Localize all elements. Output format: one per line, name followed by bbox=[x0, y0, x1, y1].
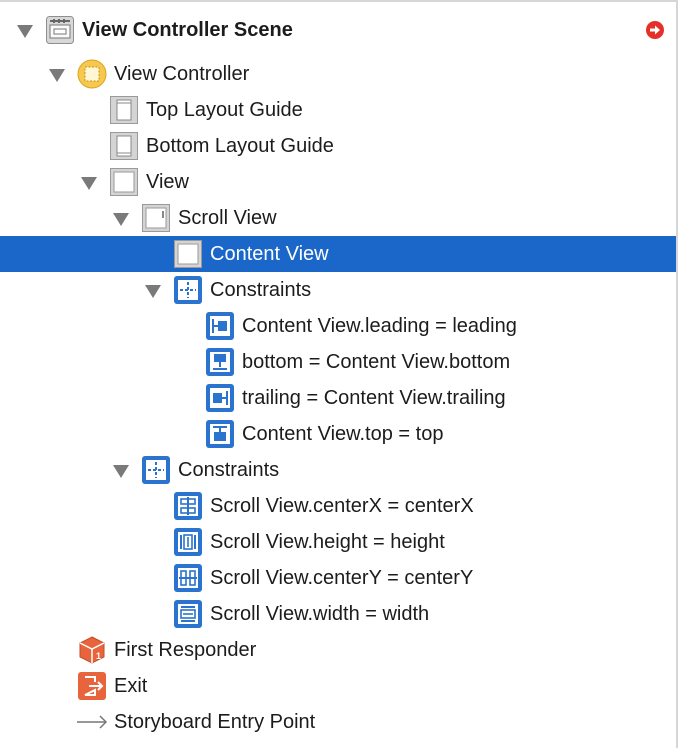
trailing-constraint-icon bbox=[205, 383, 235, 413]
outline-row-scroll-view[interactable]: Scroll View bbox=[0, 200, 676, 236]
outline-row-constraint-bottom[interactable]: bottom = Content View.bottom bbox=[0, 344, 676, 380]
outline-row-bottom-layout-guide[interactable]: Bottom Layout Guide bbox=[0, 128, 676, 164]
disclosure-triangle-icon[interactable] bbox=[113, 213, 129, 226]
outline-row-constraint-center-y[interactable]: Scroll View.centerY = centerY bbox=[0, 560, 676, 596]
disclosure-triangle-icon[interactable] bbox=[49, 69, 65, 82]
disclosure-triangle-icon[interactable] bbox=[81, 177, 97, 190]
constraint-trailing-label: trailing = Content View.trailing bbox=[242, 387, 506, 409]
outline-row-top-layout-guide[interactable]: Top Layout Guide bbox=[0, 92, 676, 128]
bottom-constraint-icon bbox=[205, 347, 235, 377]
leading-constraint-icon bbox=[205, 311, 235, 341]
constraint-center-y-label: Scroll View.centerY = centerY bbox=[210, 567, 474, 589]
outline-row-content-constraints[interactable]: Constraints bbox=[0, 272, 676, 308]
constraint-center-x-label: Scroll View.centerX = centerX bbox=[210, 495, 474, 517]
disclosure-triangle-icon[interactable] bbox=[145, 285, 161, 298]
red-arrow-circle-icon[interactable] bbox=[645, 20, 665, 40]
constraint-height-label: Scroll View.height = height bbox=[210, 531, 445, 553]
view-controller-label: View Controller bbox=[114, 63, 250, 85]
view-constraints-label: Constraints bbox=[178, 459, 280, 481]
outline-row-constraint-top[interactable]: Content View.top = top bbox=[0, 416, 676, 452]
content-constraints-label: Constraints bbox=[210, 279, 312, 301]
disclosure-triangle-icon[interactable] bbox=[17, 25, 33, 38]
outline-row-constraint-center-x[interactable]: Scroll View.centerX = centerX bbox=[0, 488, 676, 524]
layout-guide-icon bbox=[109, 95, 139, 125]
constraint-bottom-label: bottom = Content View.bottom bbox=[242, 351, 511, 373]
outline-row-exit[interactable]: Exit bbox=[0, 668, 676, 704]
outline-row-view-controller[interactable]: View Controller bbox=[0, 56, 676, 92]
scene-icon bbox=[45, 15, 75, 45]
disclosure-triangle-icon[interactable] bbox=[113, 465, 129, 478]
view-icon bbox=[173, 239, 203, 269]
outline-row-constraint-width[interactable]: Scroll View.width = width bbox=[0, 596, 676, 632]
storyboard-entry-point-label: Storyboard Entry Point bbox=[114, 711, 316, 733]
outline-row-content-view[interactable]: Content View bbox=[0, 236, 676, 272]
view-icon bbox=[109, 167, 139, 197]
scene-label: View Controller Scene bbox=[82, 19, 293, 41]
outline-row-view-constraints[interactable]: Constraints bbox=[0, 452, 676, 488]
scroll-view-icon bbox=[141, 203, 171, 233]
svg-text:1: 1 bbox=[96, 651, 101, 661]
top-constraint-icon bbox=[205, 419, 235, 449]
exit-icon bbox=[77, 671, 107, 701]
exit-label: Exit bbox=[114, 675, 148, 697]
view-label: View bbox=[146, 171, 189, 193]
first-responder-label: First Responder bbox=[114, 639, 257, 661]
first-responder-icon: 1 bbox=[77, 635, 107, 665]
outline-row-view[interactable]: View bbox=[0, 164, 676, 200]
constraint-top-label: Content View.top = top bbox=[242, 423, 444, 445]
outline-row-constraint-height[interactable]: Scroll View.height = height bbox=[0, 524, 676, 560]
constraints-icon bbox=[141, 455, 171, 485]
scroll-view-label: Scroll View bbox=[178, 207, 277, 229]
outline-row-first-responder[interactable]: 1 First Responder bbox=[0, 632, 676, 668]
constraint-width-label: Scroll View.width = width bbox=[210, 603, 430, 625]
outline-row-storyboard-entry-point[interactable]: Storyboard Entry Point bbox=[0, 704, 676, 740]
constraints-icon bbox=[173, 275, 203, 305]
content-view-label: Content View bbox=[210, 243, 329, 265]
height-constraint-icon bbox=[173, 527, 203, 557]
width-constraint-icon bbox=[173, 599, 203, 629]
center-x-constraint-icon bbox=[173, 491, 203, 521]
constraint-leading-label: Content View.leading = leading bbox=[242, 315, 517, 337]
outline-row-scene[interactable]: View Controller Scene bbox=[0, 12, 676, 48]
layout-guide-icon bbox=[109, 131, 139, 161]
bottom-layout-guide-label: Bottom Layout Guide bbox=[146, 135, 334, 157]
outline-row-constraint-leading[interactable]: Content View.leading = leading bbox=[0, 308, 676, 344]
arrow-right-icon bbox=[75, 707, 109, 737]
view-controller-icon bbox=[77, 59, 107, 89]
center-y-constraint-icon bbox=[173, 563, 203, 593]
top-border bbox=[0, 0, 678, 2]
outline-row-constraint-trailing[interactable]: trailing = Content View.trailing bbox=[0, 380, 676, 416]
top-layout-guide-label: Top Layout Guide bbox=[146, 99, 303, 121]
